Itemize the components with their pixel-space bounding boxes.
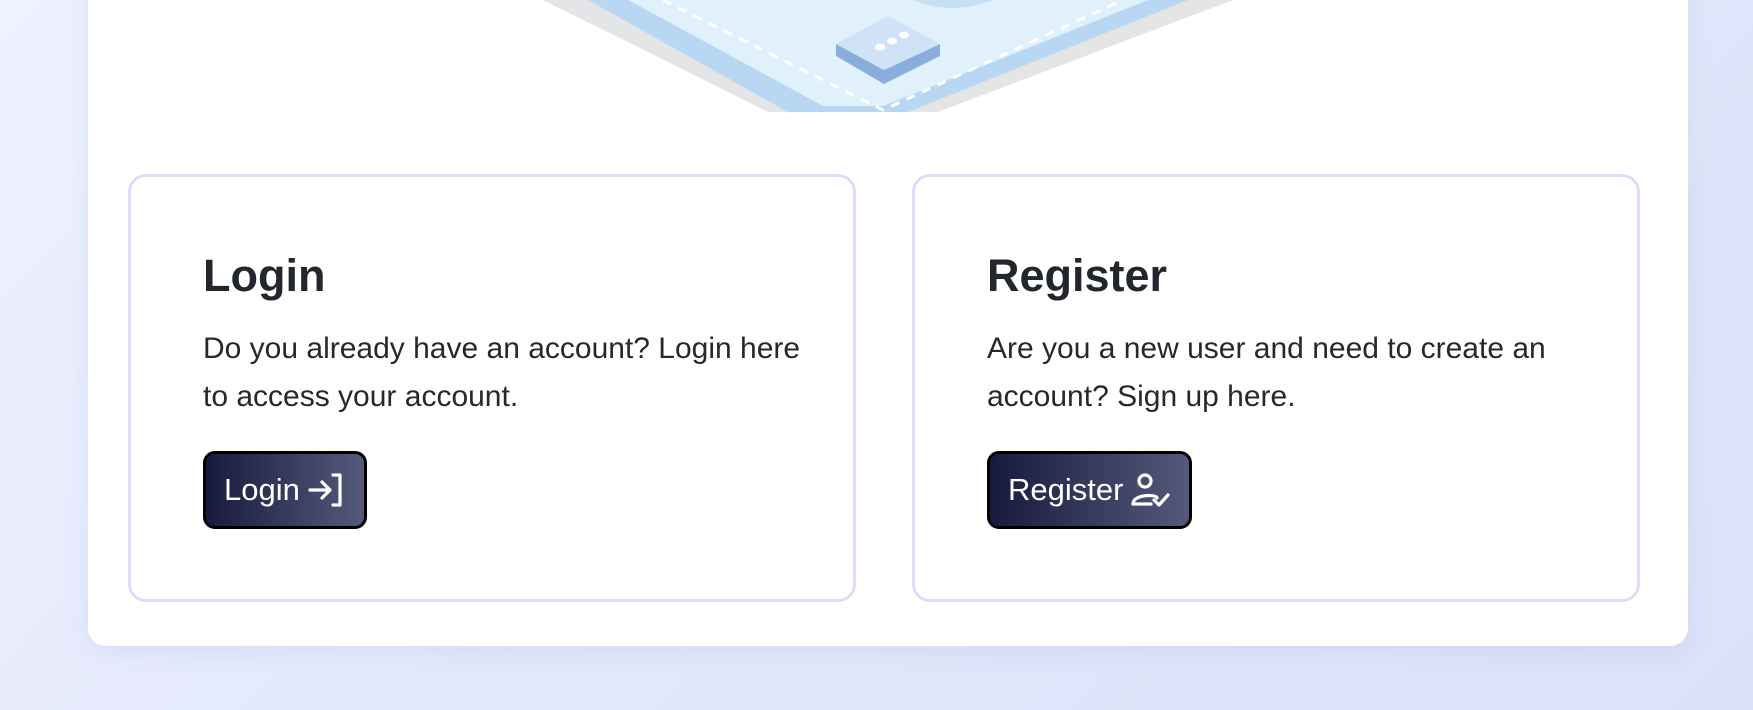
- register-description: Are you a new user and need to create an…: [987, 332, 1546, 413]
- register-button-label: Register: [1008, 472, 1124, 507]
- user-check-icon: [1129, 470, 1171, 510]
- isometric-platform-graphic: [543, 0, 1233, 112]
- register-card: Register Are you a new user and need to …: [912, 174, 1640, 602]
- login-arrow-icon: [306, 470, 346, 510]
- login-card: Login Do you already have an account? Lo…: [128, 174, 856, 602]
- isometric-illustration: [88, 0, 1688, 112]
- login-description: Do you already have an account? Login he…: [203, 332, 801, 413]
- login-button-label: Login: [224, 472, 300, 507]
- register-button[interactable]: Register: [987, 451, 1193, 529]
- login-title: Login: [203, 250, 326, 301]
- main-card: Login Do you already have an account? Lo…: [88, 0, 1688, 646]
- register-title: Register: [987, 250, 1168, 301]
- login-button[interactable]: Login: [203, 451, 367, 529]
